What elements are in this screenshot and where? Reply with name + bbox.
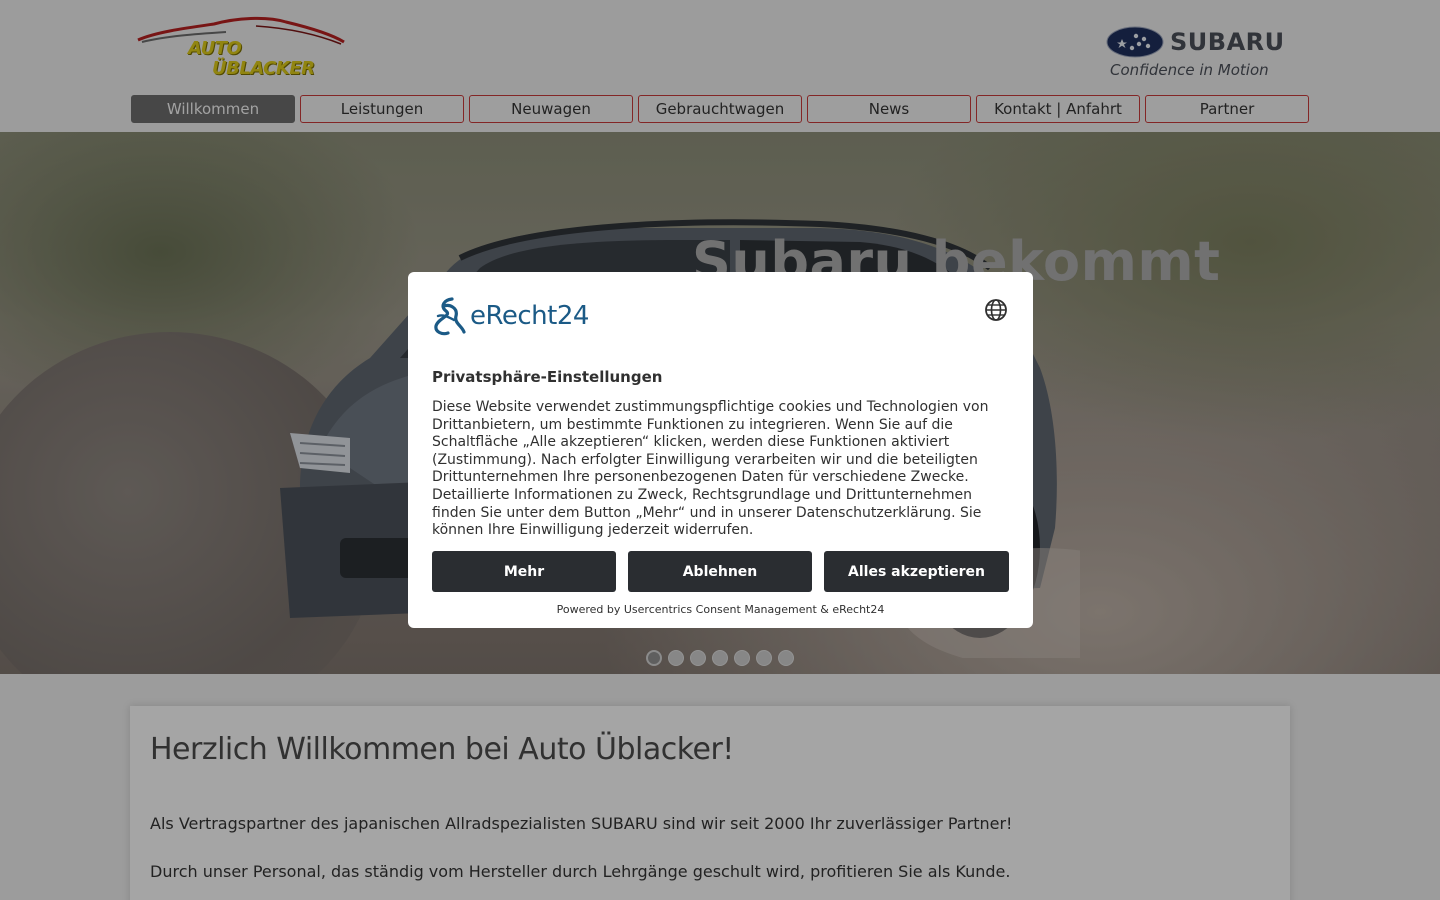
reject-button[interactable]: Ablehnen [628,551,812,592]
consent-button-row: Mehr Ablehnen Alles akzeptieren [432,551,1009,592]
erecht24-logo: eRecht24 [432,296,589,336]
powered-by-footer: Powered by Usercentrics Consent Manageme… [556,603,885,616]
erecht24-logo-mark-icon [434,297,466,336]
consent-description: Diese Website verwendet zustimmungspflic… [432,399,989,539]
globe-icon[interactable] [984,298,1008,322]
erecht24-wordmark: eRecht24 [470,301,589,331]
consent-title: Privatsphäre-Einstellungen [432,368,663,386]
more-button[interactable]: Mehr [432,551,616,592]
consent-dialog: eRecht24 Privatsphäre-Einstellungen Dies… [408,272,1033,628]
accept-all-button[interactable]: Alles akzeptieren [824,551,1009,592]
